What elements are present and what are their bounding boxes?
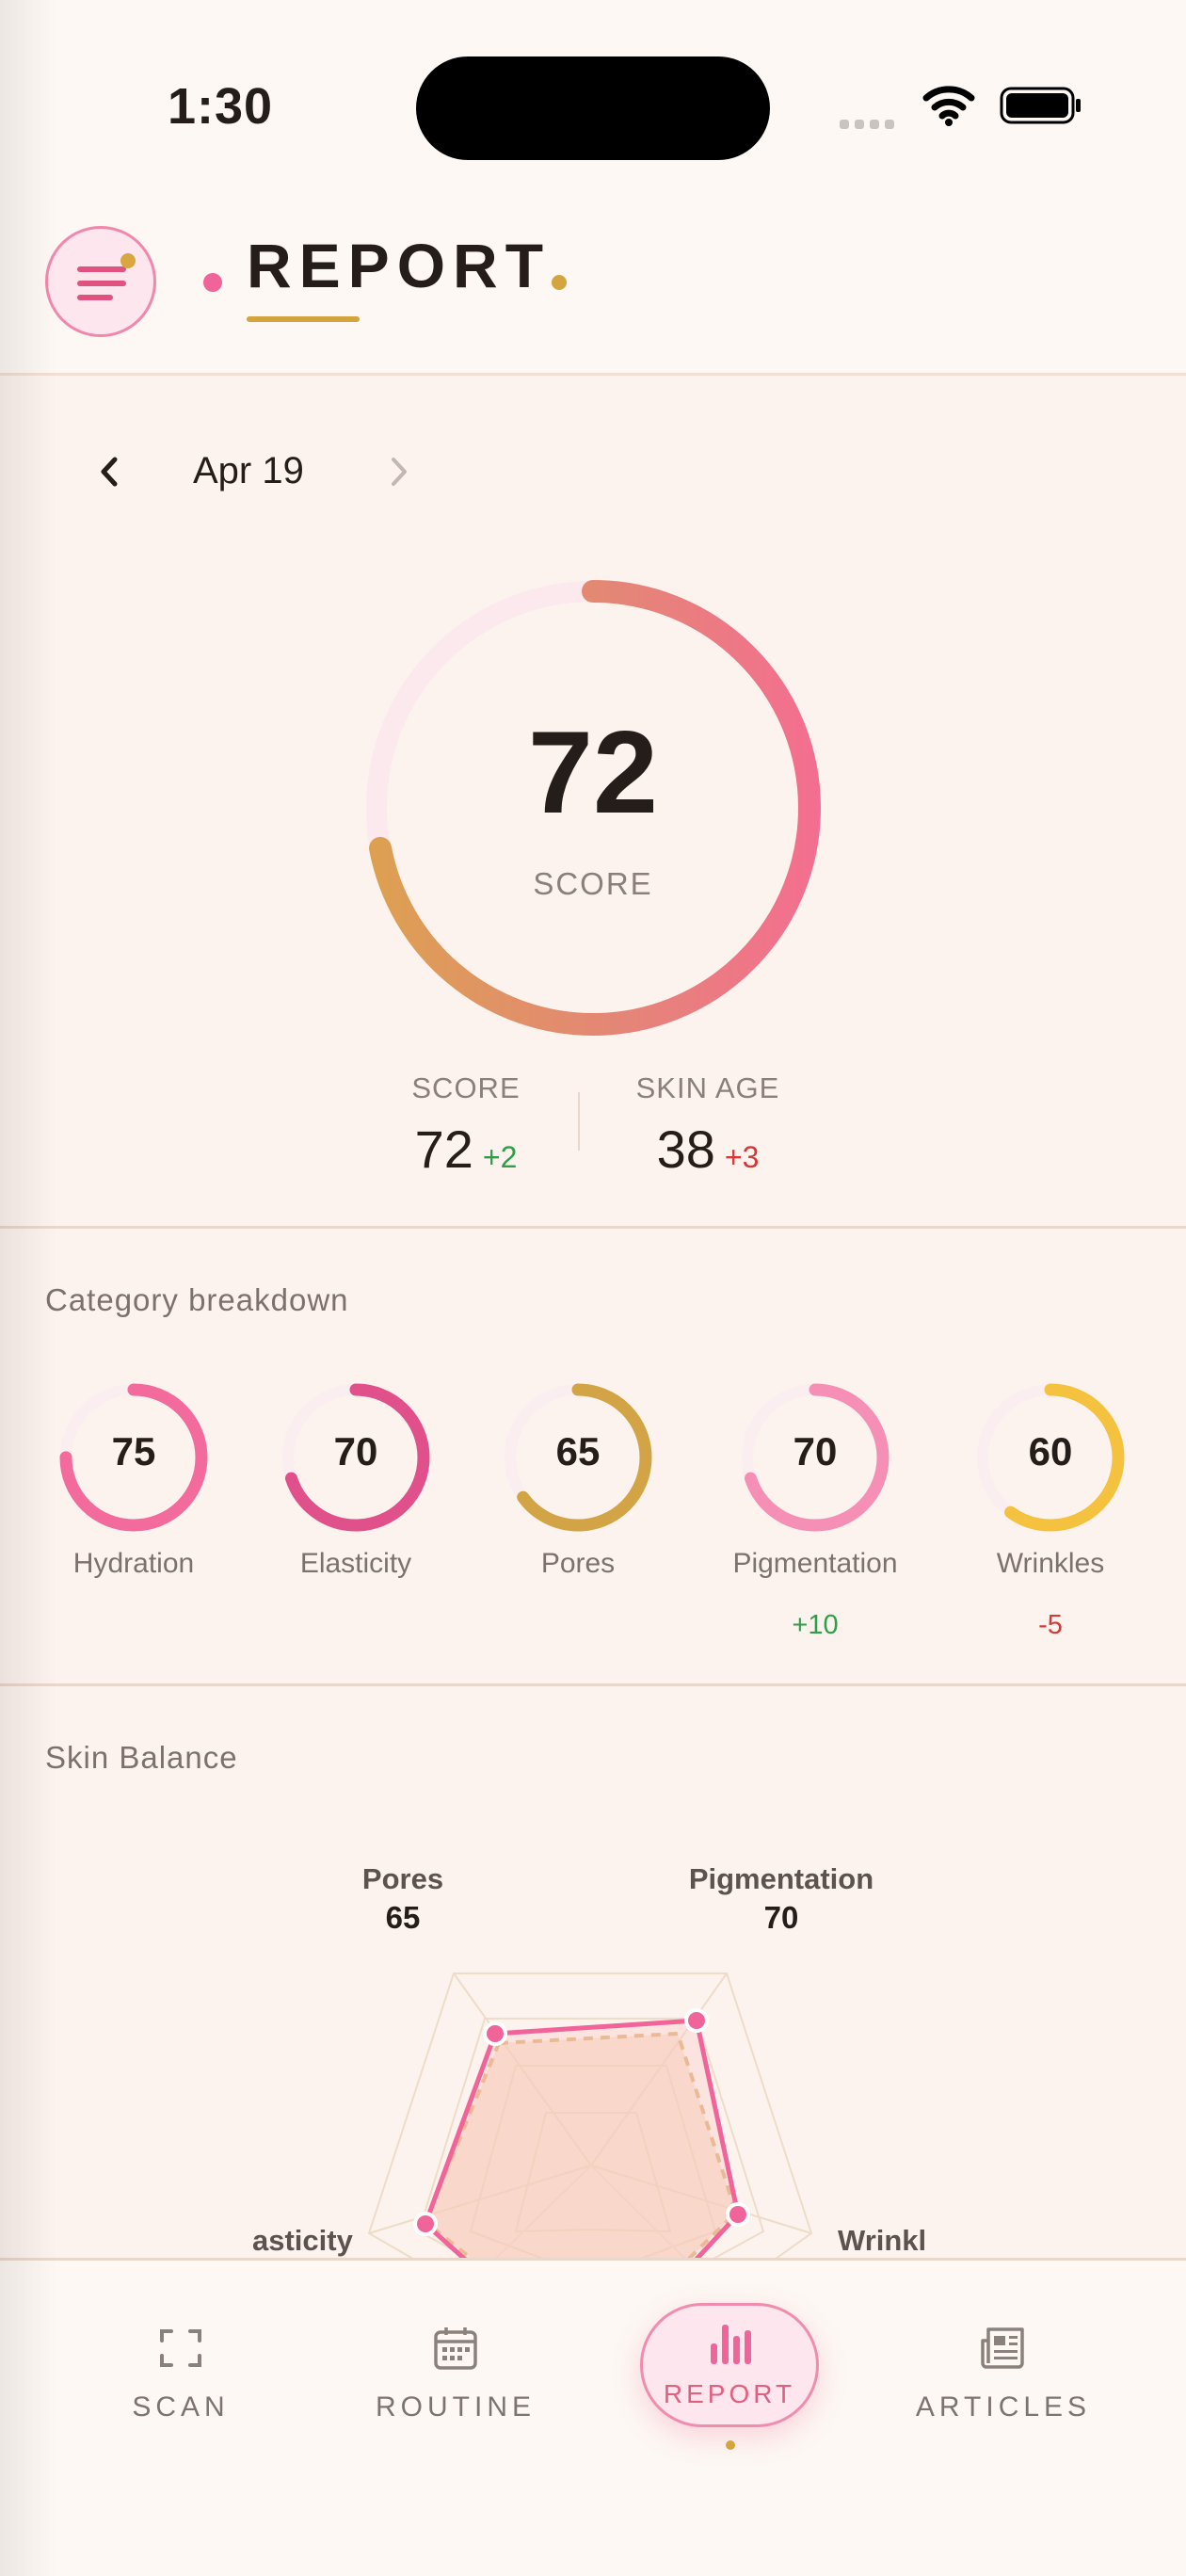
calendar-icon	[434, 2327, 477, 2370]
battery-icon	[1000, 87, 1081, 124]
stat-separator	[578, 1092, 580, 1151]
report-screen: 1:30 REPORT Apr 19 72 SCORE SCORE 72 +2 …	[0, 0, 1186, 2576]
active-tab-indicator	[726, 2440, 735, 2450]
skin-age-stat: SKIN AGE 38 +3	[614, 1071, 802, 1180]
newspaper-icon	[981, 2327, 1024, 2369]
category-delta: +10	[792, 1610, 839, 1640]
skin-balance-title: Skin Balance	[45, 1740, 238, 1775]
nav-report[interactable]: REPORT	[640, 2303, 819, 2427]
category-delta: -5	[1038, 1610, 1063, 1640]
stat-value: 38	[656, 1119, 715, 1179]
category-name: Pores	[540, 1548, 616, 1579]
radar-label-pores: Pores	[361, 1862, 444, 1895]
nav-report-label: REPORT	[663, 2379, 796, 2408]
radar-label-wrinkles: Wrinkl	[838, 2224, 927, 2257]
stat-label: SCORE	[411, 1071, 521, 1104]
nav-articles-label: ARTICLES	[915, 2391, 1092, 2423]
title-decoration-dot	[552, 275, 567, 290]
bar-chart-icon	[711, 2325, 751, 2364]
previous-date-button[interactable]	[90, 450, 128, 493]
category-breakdown-title: Category breakdown	[45, 1282, 349, 1317]
category-score: 60	[1028, 1429, 1073, 1473]
stat-value: 72	[414, 1119, 473, 1179]
section-divider	[0, 1683, 1186, 1686]
score-stat: SCORE 72 +2	[377, 1071, 555, 1180]
stat-delta: +2	[482, 1140, 518, 1174]
score-label: SCORE	[533, 866, 653, 901]
score-value: 72	[528, 708, 658, 838]
stat-label: SKIN AGE	[635, 1071, 780, 1104]
category-score: 70	[793, 1429, 838, 1473]
category-score: 75	[111, 1429, 156, 1473]
radar-point	[726, 2202, 750, 2227]
dynamic-island	[416, 56, 770, 160]
scan-icon	[160, 2329, 201, 2367]
cellular-signal-icon	[840, 117, 900, 134]
category-name: Pigmentation	[732, 1548, 898, 1579]
radar-value-pigmentation: 70	[763, 1900, 799, 1935]
radar-point	[483, 2021, 507, 2046]
title-decoration-dot	[203, 273, 222, 292]
skin-balance-radar	[367, 1972, 813, 2260]
radar-label-pigmentation: Pigmentation	[688, 1862, 874, 1895]
nav-routine[interactable]: ROUTINE	[343, 2314, 569, 2423]
notification-dot	[120, 253, 136, 268]
radar-value-pores: 65	[385, 1900, 421, 1935]
menu-icon	[77, 266, 126, 272]
category-name: Wrinkles	[996, 1548, 1105, 1579]
stat-delta: +3	[724, 1140, 760, 1174]
nav-articles[interactable]: ARTICLES	[890, 2314, 1116, 2423]
nav-scan-label: SCAN	[132, 2391, 230, 2423]
category-name: Elasticity	[299, 1548, 412, 1579]
radar-point	[413, 2212, 438, 2236]
menu-button[interactable]	[45, 226, 156, 337]
section-divider	[0, 1226, 1186, 1229]
radar-point	[684, 2008, 709, 2033]
title-underline	[247, 316, 360, 322]
category-score: 65	[555, 1429, 601, 1473]
category-score: 70	[333, 1429, 378, 1473]
next-date-button[interactable]	[380, 450, 418, 493]
page-title: REPORT	[247, 231, 552, 300]
category-name: Hydration	[72, 1548, 195, 1579]
date-label: Apr 19	[193, 450, 304, 491]
status-time: 1:30	[168, 78, 274, 135]
radar-label-elasticity: asticity	[252, 2224, 353, 2257]
wifi-icon	[922, 86, 975, 126]
nav-routine-label: ROUTINE	[376, 2391, 536, 2423]
nav-scan[interactable]: SCAN	[68, 2314, 294, 2423]
